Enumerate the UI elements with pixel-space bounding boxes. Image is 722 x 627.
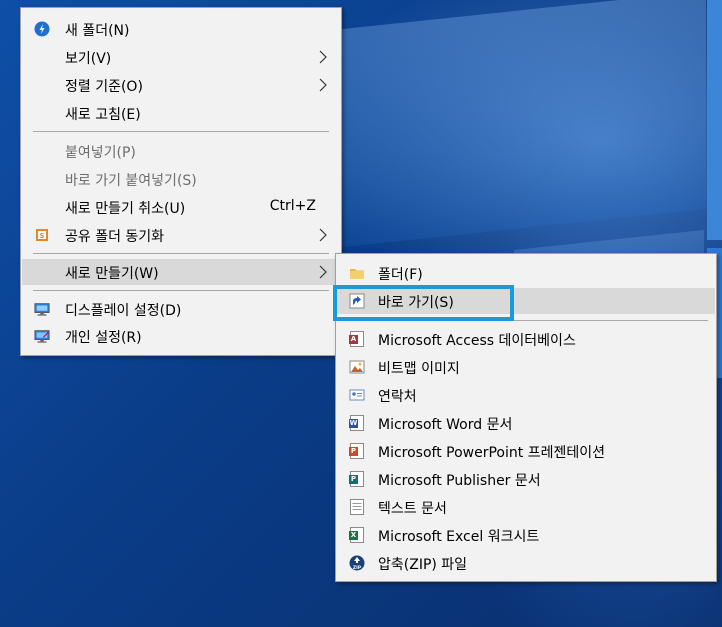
menu-item-label: 보기(V) [65,51,112,67]
menu-item-label: 폴더(F) [378,267,423,283]
submenu-item-zip[interactable]: ZIP 압축(ZIP) 파일 [337,550,715,576]
word-icon: W [349,415,365,431]
menu-item-label: Microsoft PowerPoint 프레젠테이션 [378,445,605,461]
menu-item-label: 새 폴더(N) [65,23,130,39]
menu-item-label: Microsoft Word 문서 [378,417,513,433]
menu-item-label: 공유 폴더 동기화 [65,229,165,245]
powerpoint-icon: P [349,443,365,459]
windows-logo-pane [707,0,722,240]
submenu-item-bitmap[interactable]: 비트맵 이미지 [337,354,715,380]
svg-text:ZIP: ZIP [353,565,362,571]
menu-item-label: 텍스트 문서 [378,501,447,517]
menu-item-label: 개인 설정(R) [65,330,142,346]
menu-separator [33,253,329,254]
chevron-right-icon [318,227,328,243]
submenu-item-folder[interactable]: 폴더(F) [337,260,715,286]
bitmap-icon [349,359,365,375]
menu-item-label: 바로 가기 붙여넣기(S) [65,173,197,189]
chevron-right-icon [318,49,328,65]
menu-item-label: 붙여넣기(P) [65,145,136,161]
sync-shared-folder-icon: S [34,227,50,243]
menu-item-label: Microsoft Access 데이터베이스 [378,333,576,349]
menu-item-new[interactable]: 새로 만들기(W) [22,259,340,285]
menu-item-sync-shared-folder[interactable]: S 공유 폴더 동기화 [22,222,340,248]
menu-item-undo-new[interactable]: 새로 만들기 취소(U) Ctrl+Z [22,194,340,220]
menu-separator [33,290,329,291]
menu-item-display-settings[interactable]: 디스플레이 설정(D) [22,296,340,322]
menu-item-label: 디스플레이 설정(D) [65,303,182,319]
menu-item-label: 새로 만들기(W) [65,266,159,282]
submenu-item-text-document[interactable]: 텍스트 문서 [337,494,715,520]
excel-icon: X [349,527,365,543]
menu-item-label: Microsoft Publisher 문서 [378,473,541,489]
display-settings-icon [34,301,50,317]
menu-item-new-folder[interactable]: 새 폴더(N) [22,16,340,42]
folder-icon [349,265,365,281]
menu-item-personalize[interactable]: 개인 설정(R) [22,323,340,349]
menu-item-label: 정렬 기준(O) [65,79,143,95]
submenu-item-publisher[interactable]: P Microsoft Publisher 문서 [337,466,715,492]
access-icon: A [349,331,365,347]
chevron-right-icon [318,77,328,93]
menu-separator [33,131,329,132]
contact-icon [349,387,365,403]
menu-item-label: 비트맵 이미지 [378,361,460,377]
menu-item-paste-shortcut: 바로 가기 붙여넣기(S) [22,166,340,192]
menu-item-paste: 붙여넣기(P) [22,138,340,164]
menu-item-view[interactable]: 보기(V) [22,44,340,70]
submenu-item-powerpoint[interactable]: P Microsoft PowerPoint 프레젠테이션 [337,438,715,464]
chevron-right-icon [318,264,328,280]
menu-item-label: 새로 고침(E) [65,107,141,123]
submenu-item-excel[interactable]: X Microsoft Excel 워크시트 [337,522,715,548]
svg-text:S: S [39,232,44,240]
publisher-icon: P [349,471,365,487]
text-document-icon [349,499,365,515]
shortcut-text: Ctrl+Z [269,198,316,214]
menu-item-label: 새로 만들기 취소(U) [65,201,186,217]
zip-icon: ZIP [349,555,365,571]
submenu-item-word[interactable]: W Microsoft Word 문서 [337,410,715,436]
windows-logo-pane [342,0,706,248]
highlight-annotation-box [333,285,514,321]
menu-item-sort-by[interactable]: 정렬 기준(O) [22,72,340,98]
new-folder-icon [34,21,50,37]
menu-item-label: Microsoft Excel 워크시트 [378,529,540,545]
personalize-icon [34,328,50,344]
desktop-context-menu: 새 폴더(N) 보기(V) 정렬 기준(O) 새로 고침(E) 붙여넣기(P) … [20,7,342,356]
menu-item-label: 연락처 [378,389,417,405]
menu-item-label: 압축(ZIP) 파일 [378,557,468,573]
submenu-item-access[interactable]: A Microsoft Access 데이터베이스 [337,326,715,352]
submenu-item-contact[interactable]: 연락처 [337,382,715,408]
menu-item-refresh[interactable]: 새로 고침(E) [22,100,340,126]
